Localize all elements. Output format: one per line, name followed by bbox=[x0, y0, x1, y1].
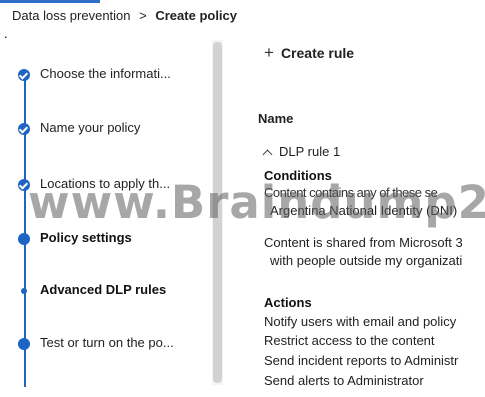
check-icon bbox=[18, 179, 30, 191]
create-rule-button[interactable]: + Create rule bbox=[264, 43, 354, 63]
wizard-step-name-policy[interactable]: Name your policy bbox=[18, 120, 208, 142]
small-dot-icon bbox=[21, 288, 27, 294]
conditions-title: Conditions bbox=[264, 168, 332, 183]
wizard-step-test-or-turn-on[interactable]: Test or turn on the po... bbox=[18, 335, 208, 357]
check-icon bbox=[18, 69, 30, 81]
wizard-substep-advanced-dlp-rules[interactable]: Advanced DLP rules bbox=[18, 282, 208, 304]
wizard-scrollbar[interactable] bbox=[212, 40, 223, 385]
chevron-up-icon[interactable] bbox=[262, 149, 273, 160]
wizard-step-choose-information[interactable]: Choose the informati... bbox=[18, 66, 208, 88]
check-icon bbox=[18, 123, 30, 135]
rules-panel: + Create rule Name DLP rule 1 Conditions… bbox=[228, 40, 485, 397]
action-line: Send alerts to Administrator bbox=[264, 373, 424, 388]
wizard-step-locations[interactable]: Locations to apply th... bbox=[18, 176, 208, 198]
top-accent-strip bbox=[0, 0, 100, 3]
dot-icon bbox=[18, 338, 30, 350]
wizard-step-label: Choose the informati... bbox=[40, 66, 171, 81]
condition-line: Content is shared from Microsoft 3 bbox=[264, 235, 463, 250]
wizard-step-label: Policy settings bbox=[40, 230, 132, 245]
wizard-step-policy-settings[interactable]: Policy settings bbox=[18, 230, 208, 252]
create-rule-label: Create rule bbox=[280, 45, 355, 61]
dot-icon bbox=[18, 233, 30, 245]
breadcrumb-parent[interactable]: Data loss prevention bbox=[12, 8, 131, 23]
actions-title: Actions bbox=[264, 295, 312, 310]
rule-row[interactable]: DLP rule 1 bbox=[262, 144, 341, 160]
breadcrumb: Data loss prevention > Create policy bbox=[12, 8, 237, 23]
condition-line: Argentina National Identity (DNI) bbox=[270, 203, 458, 218]
action-line: Send incident reports to Administr bbox=[264, 353, 459, 368]
action-line: Restrict access to the content bbox=[264, 333, 435, 348]
stray-dot: . bbox=[4, 26, 8, 41]
rule-name: DLP rule 1 bbox=[279, 144, 341, 159]
condition-line: Content contains any of these se bbox=[264, 185, 438, 200]
name-column-header[interactable]: Name bbox=[258, 111, 293, 126]
wizard-step-label: Test or turn on the po... bbox=[40, 335, 174, 350]
breadcrumb-current: Create policy bbox=[155, 8, 238, 23]
breadcrumb-separator: > bbox=[139, 8, 147, 23]
condition-line: with people outside my organizati bbox=[270, 253, 463, 268]
wizard-step-label: Advanced DLP rules bbox=[40, 282, 167, 297]
wizard-step-label: Name your policy bbox=[40, 120, 141, 135]
scrollbar-thumb[interactable] bbox=[213, 42, 222, 383]
wizard-steps: Choose the informati... Name your policy… bbox=[0, 40, 212, 397]
plus-icon: + bbox=[264, 43, 274, 62]
action-line: Notify users with email and policy bbox=[264, 314, 457, 329]
wizard-step-label: Locations to apply th... bbox=[40, 176, 171, 191]
